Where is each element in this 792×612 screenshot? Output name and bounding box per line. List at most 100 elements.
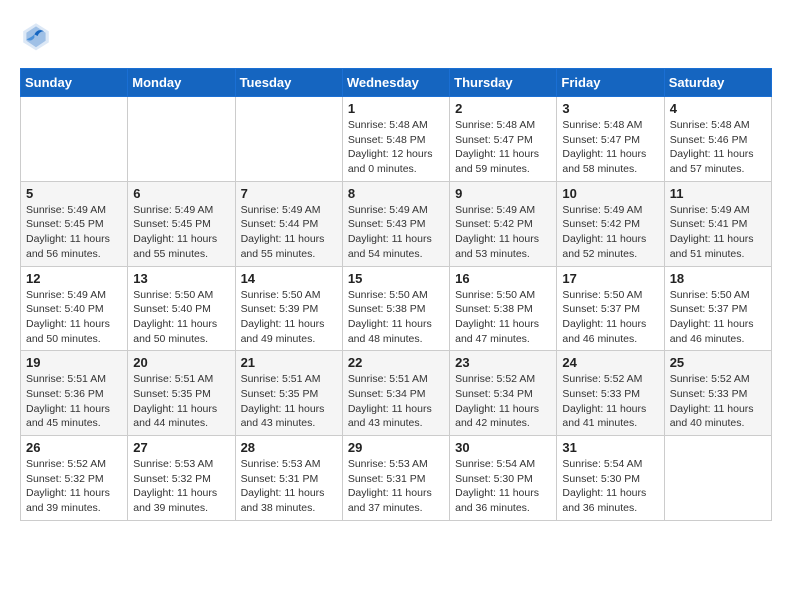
day-info: Sunrise: 5:50 AMSunset: 5:37 PMDaylight:… [562,288,658,347]
day-info: Sunrise: 5:50 AMSunset: 5:38 PMDaylight:… [455,288,551,347]
day-number: 19 [26,355,122,370]
calendar: SundayMondayTuesdayWednesdayThursdayFrid… [20,68,772,521]
logo [20,20,56,52]
day-info: Sunrise: 5:48 AMSunset: 5:46 PMDaylight:… [670,118,766,177]
day-info: Sunrise: 5:51 AMSunset: 5:34 PMDaylight:… [348,372,444,431]
day-info: Sunrise: 5:49 AMSunset: 5:42 PMDaylight:… [562,203,658,262]
day-number: 12 [26,271,122,286]
day-info: Sunrise: 5:49 AMSunset: 5:42 PMDaylight:… [455,203,551,262]
calendar-cell: 21 Sunrise: 5:51 AMSunset: 5:35 PMDayligh… [235,351,342,436]
calendar-cell: 15Sunrise: 5:50 AMSunset: 5:38 PMDayligh… [342,266,449,351]
week-row-4: 26Sunrise: 5:52 AMSunset: 5:32 PMDayligh… [21,436,772,521]
day-number: 25 [670,355,766,370]
day-number: 24 [562,355,658,370]
calendar-cell: 4 Sunrise: 5:48 AMSunset: 5:46 PMDaylight… [664,97,771,182]
day-info: Sunrise: 5:49 AMSunset: 5:41 PMDaylight:… [670,203,766,262]
day-number: 29 [348,440,444,455]
calendar-cell: 25 Sunrise: 5:52 AMSunset: 5:33 PMDayligh… [664,351,771,436]
calendar-cell: 6 Sunrise: 5:49 AMSunset: 5:45 PMDaylight… [128,181,235,266]
day-info: Sunrise: 5:53 AMSunset: 5:31 PMDaylight:… [241,457,337,516]
day-info: Sunrise: 5:54 AMSunset: 5:30 PMDaylight:… [562,457,658,516]
weekday-header-saturday: Saturday [664,69,771,97]
day-info: Sunrise: 5:52 AMSunset: 5:34 PMDaylight:… [455,372,551,431]
day-number: 31 [562,440,658,455]
day-info: Sunrise: 5:49 AMSunset: 5:45 PMDaylight:… [133,203,229,262]
day-number: 14 [241,271,337,286]
calendar-cell [235,97,342,182]
weekday-header-friday: Friday [557,69,664,97]
calendar-cell: 3Sunrise: 5:48 AMSunset: 5:47 PMDaylight… [557,97,664,182]
day-number: 4 [670,101,766,116]
day-info: Sunrise: 5:50 AMSunset: 5:38 PMDaylight:… [348,288,444,347]
day-info: Sunrise: 5:49 AMSunset: 5:40 PMDaylight:… [26,288,122,347]
day-number: 6 [133,186,229,201]
day-info: Sunrise: 5:50 AMSunset: 5:40 PMDaylight:… [133,288,229,347]
day-info: Sunrise: 5:48 AMSunset: 5:48 PMDaylight:… [348,118,444,177]
calendar-cell: 2Sunrise: 5:48 AMSunset: 5:47 PMDaylight… [450,97,557,182]
calendar-cell: 23 Sunrise: 5:52 AMSunset: 5:34 PMDayligh… [450,351,557,436]
day-info: Sunrise: 5:53 AMSunset: 5:31 PMDaylight:… [348,457,444,516]
day-number: 17 [562,271,658,286]
calendar-cell: 17 Sunrise: 5:50 AMSunset: 5:37 PMDayligh… [557,266,664,351]
calendar-cell: 5 Sunrise: 5:49 AMSunset: 5:45 PMDaylight… [21,181,128,266]
day-number: 20 [133,355,229,370]
day-number: 11 [670,186,766,201]
calendar-cell: 12 Sunrise: 5:49 AMSunset: 5:40 PMDayligh… [21,266,128,351]
day-number: 18 [670,271,766,286]
calendar-cell [128,97,235,182]
day-info: Sunrise: 5:52 AMSunset: 5:33 PMDaylight:… [670,372,766,431]
weekday-header-wednesday: Wednesday [342,69,449,97]
day-info: Sunrise: 5:51 AMSunset: 5:35 PMDaylight:… [133,372,229,431]
calendar-cell [664,436,771,521]
calendar-cell: 13 Sunrise: 5:50 AMSunset: 5:40 PMDayligh… [128,266,235,351]
page-header [20,20,772,52]
calendar-cell: 10 Sunrise: 5:49 AMSunset: 5:42 PMDayligh… [557,181,664,266]
day-info: Sunrise: 5:50 AMSunset: 5:39 PMDaylight:… [241,288,337,347]
day-number: 30 [455,440,551,455]
day-number: 21 [241,355,337,370]
day-number: 13 [133,271,229,286]
week-row-1: 5 Sunrise: 5:49 AMSunset: 5:45 PMDaylight… [21,181,772,266]
day-number: 3 [562,101,658,116]
calendar-cell: 27 Sunrise: 5:53 AMSunset: 5:32 PMDayligh… [128,436,235,521]
calendar-cell: 19 Sunrise: 5:51 AMSunset: 5:36 PMDayligh… [21,351,128,436]
day-number: 10 [562,186,658,201]
day-info: Sunrise: 5:52 AMSunset: 5:33 PMDaylight:… [562,372,658,431]
calendar-cell: 26Sunrise: 5:52 AMSunset: 5:32 PMDayligh… [21,436,128,521]
logo-icon [20,20,52,52]
week-row-2: 12 Sunrise: 5:49 AMSunset: 5:40 PMDayligh… [21,266,772,351]
day-info: Sunrise: 5:51 AMSunset: 5:35 PMDaylight:… [241,372,337,431]
weekday-header-thursday: Thursday [450,69,557,97]
day-number: 28 [241,440,337,455]
calendar-cell: 22 Sunrise: 5:51 AMSunset: 5:34 PMDayligh… [342,351,449,436]
calendar-cell: 24 Sunrise: 5:52 AMSunset: 5:33 PMDayligh… [557,351,664,436]
day-number: 23 [455,355,551,370]
day-number: 16 [455,271,551,286]
calendar-cell: 14 Sunrise: 5:50 AMSunset: 5:39 PMDayligh… [235,266,342,351]
day-number: 1 [348,101,444,116]
calendar-cell: 30Sunrise: 5:54 AMSunset: 5:30 PMDayligh… [450,436,557,521]
day-number: 9 [455,186,551,201]
weekday-header-tuesday: Tuesday [235,69,342,97]
calendar-cell: 18Sunrise: 5:50 AMSunset: 5:37 PMDayligh… [664,266,771,351]
weekday-header-monday: Monday [128,69,235,97]
week-row-0: 1 Sunrise: 5:48 AMSunset: 5:48 PMDaylight… [21,97,772,182]
day-number: 8 [348,186,444,201]
day-info: Sunrise: 5:51 AMSunset: 5:36 PMDaylight:… [26,372,122,431]
weekday-header-row: SundayMondayTuesdayWednesdayThursdayFrid… [21,69,772,97]
calendar-cell [21,97,128,182]
day-info: Sunrise: 5:53 AMSunset: 5:32 PMDaylight:… [133,457,229,516]
week-row-3: 19 Sunrise: 5:51 AMSunset: 5:36 PMDayligh… [21,351,772,436]
day-number: 7 [241,186,337,201]
day-info: Sunrise: 5:49 AMSunset: 5:45 PMDaylight:… [26,203,122,262]
calendar-cell: 20 Sunrise: 5:51 AMSunset: 5:35 PMDayligh… [128,351,235,436]
day-number: 27 [133,440,229,455]
calendar-cell: 28 Sunrise: 5:53 AMSunset: 5:31 PMDayligh… [235,436,342,521]
day-info: Sunrise: 5:49 AMSunset: 5:44 PMDaylight:… [241,203,337,262]
day-number: 5 [26,186,122,201]
calendar-cell: 29 Sunrise: 5:53 AMSunset: 5:31 PMDayligh… [342,436,449,521]
calendar-cell: 7 Sunrise: 5:49 AMSunset: 5:44 PMDaylight… [235,181,342,266]
day-number: 2 [455,101,551,116]
weekday-header-sunday: Sunday [21,69,128,97]
day-number: 22 [348,355,444,370]
